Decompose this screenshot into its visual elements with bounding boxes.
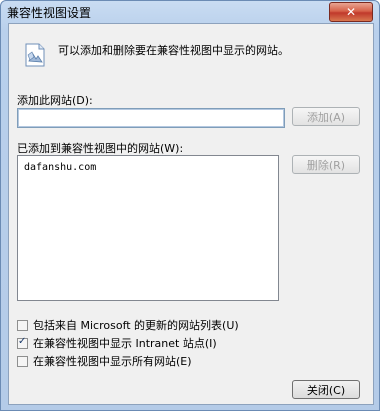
checkbox-all-sites[interactable] xyxy=(17,355,28,367)
close-button[interactable]: 关闭(C) xyxy=(292,380,360,399)
list-item[interactable]: dafanshu.com xyxy=(24,162,96,173)
option-label: 包括来自 Microsoft 的更新的网站列表(U) xyxy=(33,319,239,332)
dialog-window: 兼容性视图设置 ✕ 可以添加和删除要在兼容性视图中显示的网站。 添加此网站(D)… xyxy=(0,0,380,411)
site-list[interactable]: dafanshu.com xyxy=(17,155,279,301)
compatibility-view-icon xyxy=(25,43,45,67)
titlebar: 兼容性视图设置 ✕ xyxy=(1,1,379,23)
info-text: 可以添加和删除要在兼容性视图中显示的网站。 xyxy=(58,44,289,57)
remove-button[interactable]: 删除(R) xyxy=(292,155,360,174)
option-all-sites[interactable]: 在兼容性视图中显示所有网站(E) xyxy=(17,353,192,369)
option-microsoft-list[interactable]: 包括来自 Microsoft 的更新的网站列表(U) xyxy=(17,317,239,333)
checkbox-microsoft-list[interactable] xyxy=(17,319,28,331)
add-site-input[interactable] xyxy=(17,108,285,128)
site-list-label: 已添加到兼容性视图中的网站(W): xyxy=(17,142,184,155)
option-label: 在兼容性视图中显示所有网站(E) xyxy=(33,355,192,368)
option-intranet[interactable]: 在兼容性视图中显示 Intranet 站点(I) xyxy=(17,335,217,351)
window-title: 兼容性视图设置 xyxy=(7,6,92,20)
dialog-body: 可以添加和删除要在兼容性视图中显示的网站。 添加此网站(D): 添加(A) 已添… xyxy=(8,23,374,405)
close-window-button[interactable]: ✕ xyxy=(329,2,373,22)
option-label: 在兼容性视图中显示 Intranet 站点(I) xyxy=(33,337,217,350)
add-button[interactable]: 添加(A) xyxy=(292,107,360,126)
checkbox-intranet[interactable] xyxy=(17,336,28,349)
add-site-label: 添加此网站(D): xyxy=(17,94,93,107)
close-icon: ✕ xyxy=(345,5,357,19)
